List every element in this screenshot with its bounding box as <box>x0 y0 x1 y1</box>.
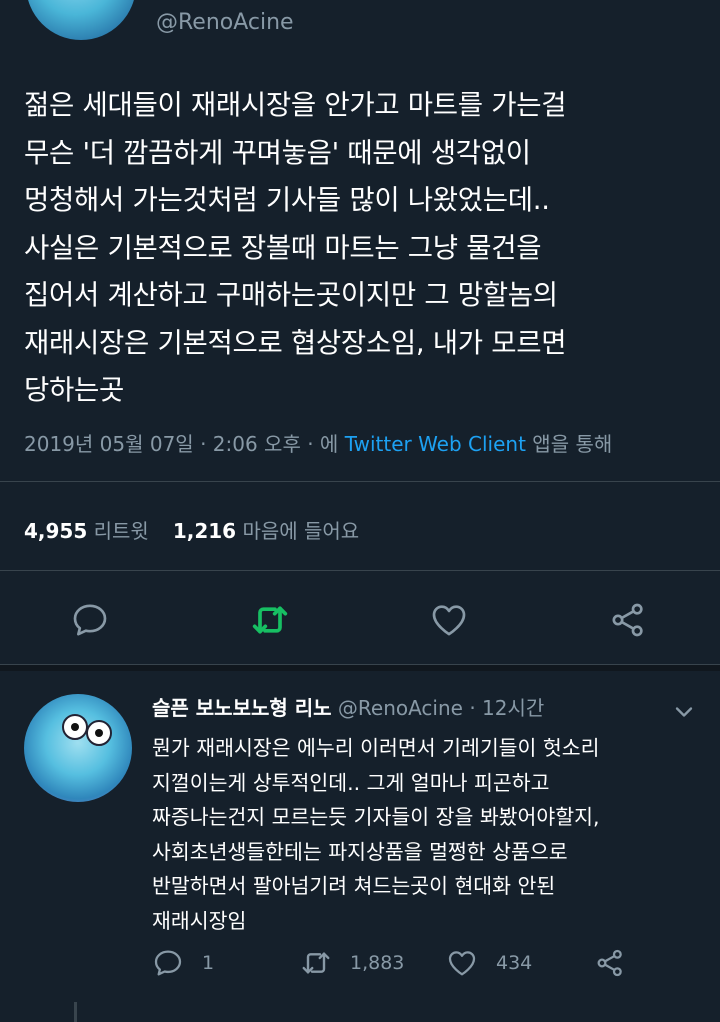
section-divider <box>0 664 720 671</box>
tweet-meta: 2019년 05월 07일 · 2:06 오후 · 에 Twitter Web … <box>24 428 612 457</box>
source-link[interactable]: Twitter Web Client <box>345 432 526 456</box>
reply-line: 지껄이는게 상투적인데.. 그게 얼마나 피곤하고 <box>152 770 550 795</box>
retweet-button[interactable] <box>250 600 290 640</box>
reply-line: 사회초년생들한테는 파지상품을 멀쩡한 상품으로 <box>152 839 568 864</box>
reply-author-avatar[interactable] <box>24 694 132 802</box>
like-count: 434 <box>496 952 533 974</box>
tweet-meta-suffix: 앱을 통해 <box>525 432 613 456</box>
tweet-line: 사실은 기본적으로 장볼때 마트는 그냥 물건을 <box>24 231 542 264</box>
more-options-button[interactable] <box>670 698 698 726</box>
likes-label: 마음에 들어요 <box>242 519 360 543</box>
likes-stat[interactable]: 1,216 마음에 들어요 <box>173 519 359 543</box>
retweet-icon <box>302 952 330 974</box>
reply-reply-button[interactable]: 1 <box>152 947 214 979</box>
tweet-line: 당하는곳 <box>24 374 124 406</box>
reply-line: 짜증나는건지 모르는듯 기자들이 장을 봐봤어야할지, <box>152 805 600 830</box>
tweet-timestamp: 2019년 05월 07일 · 2:06 오후 · 에 <box>24 432 345 456</box>
reply-like-button[interactable]: 434 <box>446 947 532 979</box>
reply-line: 재래시장임 <box>152 908 247 933</box>
tweet-line: 젊은 세대들이 재래시장을 안가고 마트를 가는걸 <box>24 89 567 121</box>
reply-retweet-button[interactable]: 1,883 <box>300 947 404 979</box>
reply-icon <box>154 950 182 976</box>
retweets-stat[interactable]: 4,955 리트윗 <box>24 519 149 543</box>
share-icon <box>612 603 643 637</box>
divider <box>0 570 720 571</box>
tweet-line: 무슨 '더 깜끔하게 꾸며놓음' 때문에 생각없이 <box>24 136 531 169</box>
reply-count: 1 <box>202 952 215 974</box>
likes-count: 1,216 <box>172 519 237 543</box>
reply-button[interactable] <box>70 600 110 640</box>
reply-header: 슬픈 보노보노형 리노 @RenoAcine · 12시간 <box>152 692 544 721</box>
avatar-eye <box>62 714 88 740</box>
tweet-stats: 4,955 리트윗 1,216 마음에 들어요 <box>24 515 359 544</box>
like-button[interactable] <box>429 600 469 640</box>
reply-text: 뭔가 재래시장은 에누리 이러면서 기레기들이 헛소리 지껄이는게 상투적인데.… <box>152 731 702 939</box>
tweet-line: 재래시장은 기본적으로 협상장소임, 내가 모르면 <box>24 326 567 359</box>
reply-author-handle[interactable]: @RenoAcine <box>338 696 463 720</box>
avatar-eye <box>86 720 112 746</box>
tweet-text: 젊은 세대들이 재래시장을 안가고 마트를 가는걸 무슨 '더 깜끔하게 꾸며놓… <box>24 82 704 415</box>
author-handle[interactable]: @RenoAcine <box>156 10 294 35</box>
retweets-label: 리트윗 <box>93 519 149 543</box>
retweet-count: 1,883 <box>350 952 405 974</box>
reply-time: · 12시간 <box>462 696 545 720</box>
share-icon <box>597 949 622 977</box>
tweet-line: 멍청해서 가는것처럼 기사들 많이 나왔었는데.. <box>24 184 550 216</box>
reply-author-name[interactable]: 슬픈 보노보노형 리노 <box>152 696 332 720</box>
retweets-count: 4,955 <box>24 519 88 543</box>
share-button[interactable] <box>608 600 648 640</box>
divider <box>0 481 720 482</box>
reply-share-button[interactable] <box>594 947 644 979</box>
author-avatar[interactable] <box>26 0 136 40</box>
reply-line: 뭔가 재래시장은 에누리 이러면서 기레기들이 헛소리 <box>152 736 600 760</box>
tweet-line: 집어서 계산하고 구매하는곳이지만 그 망할놈의 <box>24 279 558 311</box>
heart-icon <box>432 605 466 636</box>
reply-icon <box>73 604 107 636</box>
thread-line <box>74 1002 77 1022</box>
reply-line: 반말하면서 팔아넘기려 쳐드는곳이 현대화 안된 <box>152 874 556 899</box>
chevron-down-icon <box>675 707 693 717</box>
heart-icon <box>448 951 476 976</box>
retweet-icon <box>252 606 288 634</box>
